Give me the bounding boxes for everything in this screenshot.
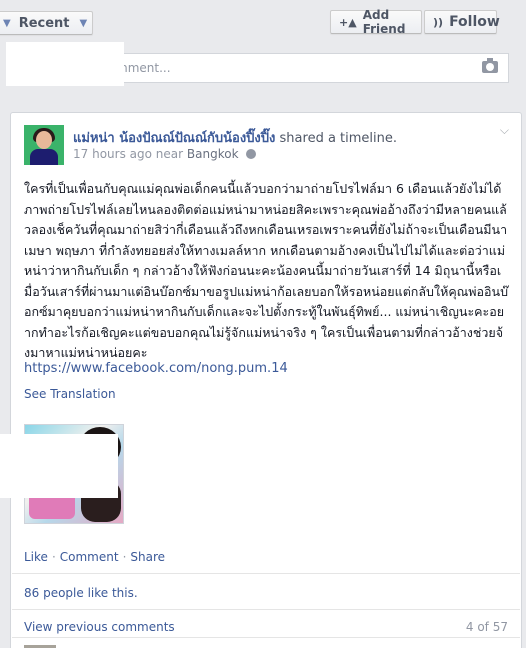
post-timestamp[interactable]: 17 hours ago <box>73 147 152 161</box>
camera-icon[interactable] <box>482 58 498 73</box>
divider <box>12 573 520 574</box>
follow-label: Follow <box>449 14 500 30</box>
timeline-post: ⌵ แม่หน่า น้องปัณณ์ปัณณ์กับน้องปิ๊งปิ๊ง … <box>10 112 522 648</box>
chevron-down-icon: ▼ <box>79 17 88 29</box>
divider <box>12 637 520 638</box>
follow-button[interactable]: )) Follow <box>424 10 500 34</box>
add-friend-icon: +▲ <box>339 15 357 29</box>
divider <box>12 609 520 610</box>
rss-icon: )) <box>433 15 444 29</box>
comment-placeholder: mment... <box>116 61 171 75</box>
post-actions: Like · Comment · Share <box>24 550 166 564</box>
see-translation-link[interactable]: See Translation <box>24 387 116 401</box>
caret-down-icon: ▼ <box>3 17 11 29</box>
redaction-box <box>6 42 124 86</box>
add-friend-label: Add Friend <box>362 8 406 36</box>
recent-dropdown[interactable]: ▼ Recent ▼ <box>0 11 93 35</box>
post-body: ใครที่เป็นเพื่อนกับคุณแม่คุณพ่อเด็กคนนี้… <box>24 181 509 360</box>
likes-count[interactable]: 86 people like this. <box>24 586 138 600</box>
share-link[interactable]: Share <box>130 550 165 564</box>
comment-count: 4 of 57 <box>465 620 508 634</box>
redaction-box <box>0 434 118 498</box>
near-label: near <box>155 147 184 161</box>
chevron-down-icon[interactable]: ⌵ <box>500 123 509 138</box>
author-link[interactable]: แม่หน่า น้องปัณณ์ปัณณ์กับน้องปิ๊งปิ๊ง <box>73 131 275 146</box>
view-previous-comments[interactable]: View previous comments <box>24 620 175 634</box>
avatar[interactable] <box>24 125 64 165</box>
add-friend-button[interactable]: +▲ Add Friend <box>330 8 422 36</box>
post-header: แม่หน่า น้องปัณณ์ปัณณ์กับน้องปิ๊งปิ๊ง sh… <box>73 127 397 148</box>
like-link[interactable]: Like <box>24 550 48 564</box>
globe-icon[interactable] <box>246 149 257 159</box>
post-meta: 17 hours ago near Bangkok <box>73 147 257 161</box>
location-link[interactable]: Bangkok <box>187 147 239 161</box>
comment-link[interactable]: Comment <box>60 550 119 564</box>
post-action: shared a timeline. <box>279 131 398 146</box>
profile-link[interactable]: https://www.facebook.com/nong.pum.14 <box>24 361 288 376</box>
recent-label: Recent <box>18 15 70 31</box>
